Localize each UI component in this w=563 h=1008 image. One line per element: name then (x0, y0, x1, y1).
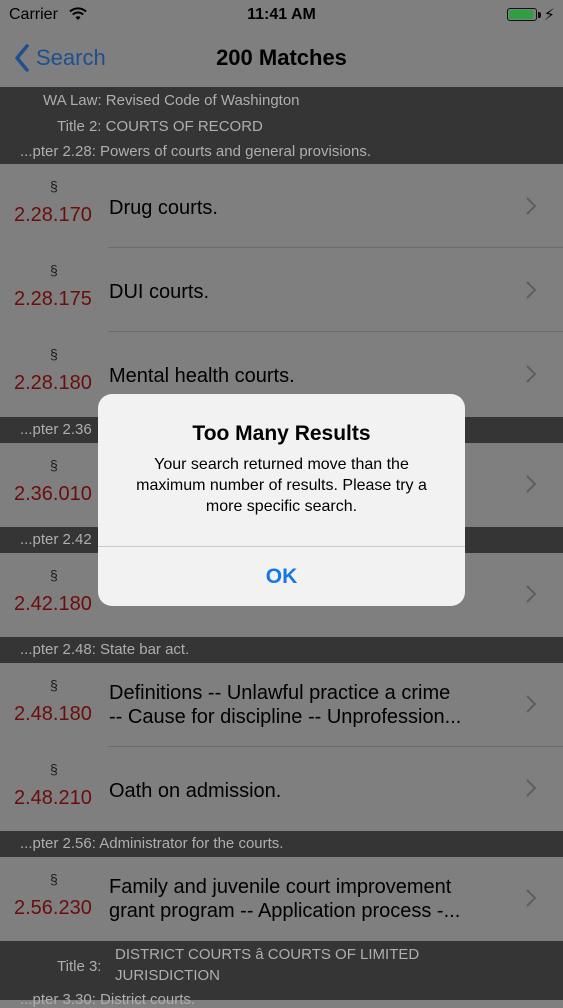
chevron-right-icon (526, 475, 537, 493)
section-symbol: § (50, 761, 58, 777)
section-title-line2: -- Cause for discipline -- Unprofession.… (109, 706, 462, 728)
section-number: 2.28.175 (14, 288, 92, 310)
battery-icon (507, 8, 537, 21)
title-name-line1: DISTRICT COURTS â COURTS OF LIMITED (115, 946, 420, 963)
chapter-label: ...pter 2.36 (20, 421, 92, 438)
section-header-chapter: ...pter 2.56: Administrator for the cour… (0, 831, 563, 857)
section-title: Oath on admission. (109, 780, 282, 802)
law-label: WA Law: Revised Code of Washington (43, 92, 300, 109)
section-number: 2.36.010 (14, 483, 92, 505)
alert-title: Too Many Results (192, 422, 371, 445)
ok-button[interactable]: OK (98, 547, 465, 606)
status-bar: Carrier 11:41 AM ⚡ (0, 0, 563, 30)
section-symbol: § (50, 178, 58, 194)
list-item[interactable]: § 2.28.170 Drug courts. (0, 164, 563, 248)
section-number: 2.48.180 (14, 703, 92, 725)
list-item[interactable]: § 2.28.175 DUI courts. (0, 248, 563, 332)
chevron-right-icon (526, 365, 537, 383)
section-header-chapter: ...pter 2.48: State bar act. (0, 637, 563, 663)
clock: 11:41 AM (247, 6, 316, 23)
section-symbol: § (50, 871, 58, 887)
title-label: Title 3: (57, 958, 102, 975)
section-header-title2: WA Law: Revised Code of Washington Title… (0, 87, 563, 164)
section-title: DUI courts. (109, 281, 210, 303)
list-item[interactable]: § 2.48.210 Oath on admission. (0, 747, 563, 831)
chapter-label: ...pter 2.48: State bar act. (20, 641, 190, 658)
section-number: 2.42.180 (14, 593, 92, 615)
chapter-label: ...pter 2.56: Administrator for the cour… (20, 835, 284, 852)
section-symbol: § (50, 346, 58, 362)
navigation-bar: Search 200 Matches (0, 30, 563, 87)
chevron-right-icon (526, 585, 537, 603)
chevron-right-icon (526, 197, 537, 215)
page-title: 200 Matches (216, 45, 347, 70)
alert-message: Your search returned move than the maxim… (136, 456, 427, 515)
section-title-line1: Family and juvenile court improvement (109, 876, 452, 898)
chevron-right-icon (526, 779, 537, 797)
list-item[interactable]: § 2.48.180 Definitions -- Unlawful pract… (0, 663, 563, 747)
section-number: 2.48.210 (14, 787, 92, 809)
chevron-right-icon (526, 695, 537, 713)
title-label: Title 2: COURTS OF RECORD (57, 118, 263, 135)
section-symbol: § (50, 262, 58, 278)
section-title-line1: Definitions -- Unlawful practice a crime (109, 682, 451, 704)
section-title: Drug courts. (109, 197, 218, 219)
section-title-line2: grant program -- Application process -..… (109, 900, 461, 922)
list-item[interactable]: § 2.56.230 Family and juvenile court imp… (0, 857, 563, 941)
battery-tip (538, 12, 541, 18)
section-title: Mental health courts. (109, 365, 295, 387)
title-name-line2: JURISDICTION (115, 967, 220, 984)
section-symbol: § (50, 567, 58, 583)
chapter-label: ...pter 2.28: Powers of courts and gener… (20, 143, 372, 160)
section-number: 2.28.170 (14, 204, 92, 226)
charging-bolt-icon: ⚡ (543, 7, 555, 24)
section-symbol: § (50, 457, 58, 473)
section-header-title3: Title 3: DISTRICT COURTS â COURTS OF LIM… (0, 941, 563, 1008)
section-number: 2.56.230 (14, 897, 92, 919)
alert-dialog: Too Many Results Your search returned mo… (98, 394, 465, 606)
chapter-label: ...pter 2.42 (20, 531, 92, 548)
chevron-right-icon (526, 281, 537, 299)
section-number: 2.28.180 (14, 372, 92, 394)
chevron-right-icon (526, 889, 537, 907)
section-symbol: § (50, 677, 58, 693)
